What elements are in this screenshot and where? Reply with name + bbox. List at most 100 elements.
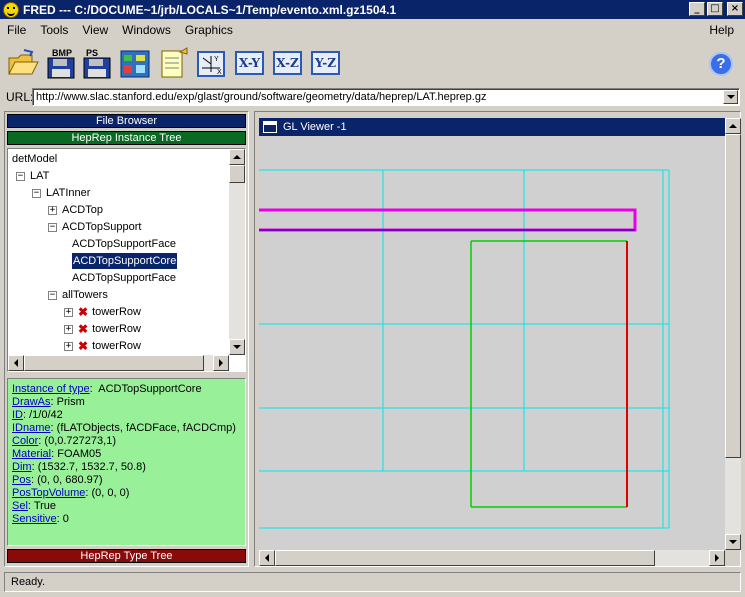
- scroll-thumb[interactable]: [725, 134, 741, 458]
- scroll-left-button[interactable]: [8, 355, 24, 371]
- collapse-icon[interactable]: −: [16, 171, 25, 181]
- property-key[interactable]: DrawAs: [12, 396, 51, 408]
- tree-node[interactable]: + ✖towerRow: [64, 338, 141, 354]
- menu-view[interactable]: View: [75, 23, 115, 37]
- tree-node[interactable]: − allTowers: [48, 287, 108, 303]
- tree-node[interactable]: + ✖towerRow: [64, 321, 141, 337]
- notepad-button[interactable]: [156, 46, 190, 80]
- property-row: PosTopVolume: (0, 0, 0): [12, 487, 241, 500]
- expand-icon[interactable]: +: [64, 341, 73, 351]
- floppy-disk-icon: PS: [83, 48, 111, 79]
- property-key[interactable]: Sensitive: [12, 513, 57, 525]
- tree-node[interactable]: ACDTopSupportFace: [72, 270, 176, 286]
- scroll-down-button[interactable]: [229, 339, 245, 355]
- menu-bar: File Tools View Windows Graphics Help: [0, 19, 745, 41]
- property-row: Sel: True: [12, 500, 241, 513]
- tree-node[interactable]: + ✖towerRow: [64, 304, 141, 320]
- tree-node-label: towerRow: [92, 306, 141, 318]
- scroll-thumb[interactable]: [275, 550, 655, 566]
- property-key[interactable]: Dim: [12, 461, 32, 473]
- instance-tree-header[interactable]: HepRep Instance Tree: [7, 131, 246, 145]
- url-input[interactable]: http://www.slac.stanford.edu/exp/glast/g…: [32, 88, 740, 106]
- tree-vertical-scrollbar[interactable]: [229, 149, 245, 355]
- red-x-icon: ✖: [78, 322, 89, 336]
- tree-node-label: ACDTop: [62, 204, 103, 216]
- properties-panel: Instance of type: ACDTopSupportCore DrawA…: [7, 378, 246, 546]
- svg-text:PS: PS: [86, 48, 98, 58]
- scroll-up-button[interactable]: [725, 118, 741, 134]
- tree-node-label: ACDTopSupportFace: [72, 238, 176, 250]
- view-xy-button[interactable]: X-Y: [235, 51, 264, 75]
- help-icon[interactable]: ?: [709, 52, 733, 76]
- property-value: Prism: [56, 396, 85, 408]
- scroll-thumb[interactable]: [229, 165, 245, 183]
- view-xz-button[interactable]: X-Z: [273, 51, 302, 75]
- svg-text:BMP: BMP: [52, 48, 72, 58]
- expand-icon[interactable]: +: [64, 324, 73, 334]
- svg-text:X: X: [217, 69, 222, 76]
- save-ps-button[interactable]: PS: [80, 46, 114, 80]
- property-key[interactable]: Pos: [12, 474, 31, 486]
- expand-icon[interactable]: +: [48, 205, 57, 215]
- collapse-icon[interactable]: −: [32, 188, 41, 198]
- tree-node[interactable]: − LATInner: [32, 185, 90, 201]
- maximize-button[interactable]: □: [707, 2, 723, 16]
- tree-node[interactable]: − LAT: [16, 168, 49, 184]
- tree-node-label: ACDTopSupport: [62, 221, 142, 233]
- minimize-button[interactable]: _: [689, 2, 705, 16]
- property-row: Sensitive: 0: [12, 513, 241, 526]
- property-value: FOAM05: [57, 448, 102, 460]
- tree-node[interactable]: ACDTopSupportCore: [72, 253, 178, 269]
- property-key[interactable]: Material: [12, 448, 51, 460]
- property-key[interactable]: IDname: [12, 422, 51, 434]
- property-row: Instance of type: ACDTopSupportCore: [12, 383, 241, 396]
- tree-node[interactable]: ACDTopSupportFace: [72, 236, 176, 252]
- property-value: ACDTopSupportCore: [98, 383, 202, 395]
- expand-icon[interactable]: +: [64, 307, 73, 317]
- tree-node[interactable]: + ACDTop: [48, 202, 103, 218]
- tree-node-label: LATInner: [46, 187, 91, 199]
- property-key[interactable]: Sel: [12, 500, 28, 512]
- tree-node[interactable]: detModel: [12, 151, 57, 167]
- open-folder-button[interactable]: [6, 46, 40, 80]
- axes-view-button[interactable]: Y X: [194, 46, 228, 80]
- scroll-thumb[interactable]: [24, 355, 204, 371]
- tree-horizontal-scrollbar[interactable]: [8, 355, 229, 371]
- save-bmp-button[interactable]: BMP: [44, 46, 78, 80]
- scroll-right-button[interactable]: [213, 355, 229, 371]
- scroll-right-button[interactable]: [709, 550, 725, 566]
- property-row: Pos: (0, 0, 680.97): [12, 474, 241, 487]
- control-panel-button[interactable]: [118, 46, 152, 80]
- property-separator: :: [89, 383, 99, 395]
- notepad-icon: [161, 47, 188, 78]
- url-dropdown-button[interactable]: [723, 90, 738, 104]
- scroll-down-button[interactable]: [725, 534, 741, 550]
- menu-tools[interactable]: Tools: [33, 23, 75, 37]
- menu-file[interactable]: File: [0, 23, 33, 37]
- view-yz-button[interactable]: Y-Z: [311, 51, 340, 75]
- tree-node[interactable]: − ACDTopSupport: [48, 219, 142, 235]
- status-text: Ready.: [11, 576, 46, 588]
- gl-canvas[interactable]: [259, 138, 725, 550]
- window-icon: [263, 121, 277, 133]
- collapse-icon[interactable]: −: [48, 290, 57, 300]
- menu-graphics[interactable]: Graphics: [178, 23, 240, 37]
- menu-help[interactable]: Help: [702, 23, 741, 37]
- tower-outline: [470, 240, 628, 508]
- property-key[interactable]: ID: [12, 409, 23, 421]
- file-browser-header[interactable]: File Browser: [7, 114, 246, 128]
- instance-tree: detModel − LAT − LATInner + ACDTop − ACDTopSuppo…: [7, 148, 246, 372]
- property-key[interactable]: Color: [12, 435, 38, 447]
- type-tree-header[interactable]: HepRep Type Tree: [7, 549, 246, 563]
- viewer-horizontal-scrollbar[interactable]: [259, 550, 725, 566]
- property-key[interactable]: Instance of type: [12, 383, 90, 395]
- scroll-left-button[interactable]: [259, 550, 275, 566]
- menu-windows[interactable]: Windows: [115, 23, 178, 37]
- property-key[interactable]: PosTopVolume: [12, 487, 85, 499]
- property-row: IDname: (fLATObjects, fACDFace, fACDCmp): [12, 422, 241, 435]
- url-value: http://www.slac.stanford.edu/exp/glast/g…: [36, 91, 487, 103]
- collapse-icon[interactable]: −: [48, 222, 57, 232]
- viewer-vertical-scrollbar[interactable]: [725, 118, 741, 550]
- scroll-up-button[interactable]: [229, 149, 245, 165]
- close-button[interactable]: ×: [727, 2, 743, 16]
